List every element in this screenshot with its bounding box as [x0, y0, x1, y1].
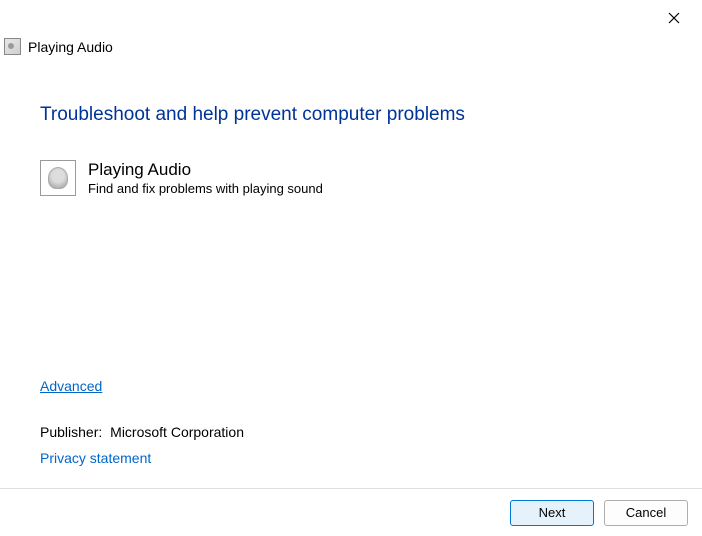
- footer-button-bar: Next Cancel: [0, 488, 702, 536]
- next-button[interactable]: Next: [510, 500, 594, 526]
- window-title-row: Playing Audio: [4, 38, 113, 55]
- publisher-row: Publisher: Microsoft Corporation: [40, 424, 244, 440]
- advanced-link[interactable]: Advanced: [40, 378, 102, 394]
- close-button[interactable]: [658, 6, 690, 30]
- troubleshooter-window-icon: [4, 38, 21, 55]
- publisher-value: Microsoft Corporation: [110, 424, 244, 440]
- speaker-icon: [40, 160, 76, 196]
- publisher-label: Publisher:: [40, 424, 102, 440]
- page-heading: Troubleshoot and help prevent computer p…: [40, 104, 662, 126]
- cancel-button[interactable]: Cancel: [604, 500, 688, 526]
- troubleshooter-name: Playing Audio: [88, 160, 323, 180]
- window-title: Playing Audio: [28, 39, 113, 55]
- privacy-statement-link[interactable]: Privacy statement: [40, 450, 151, 466]
- troubleshooter-description: Find and fix problems with playing sound: [88, 181, 323, 196]
